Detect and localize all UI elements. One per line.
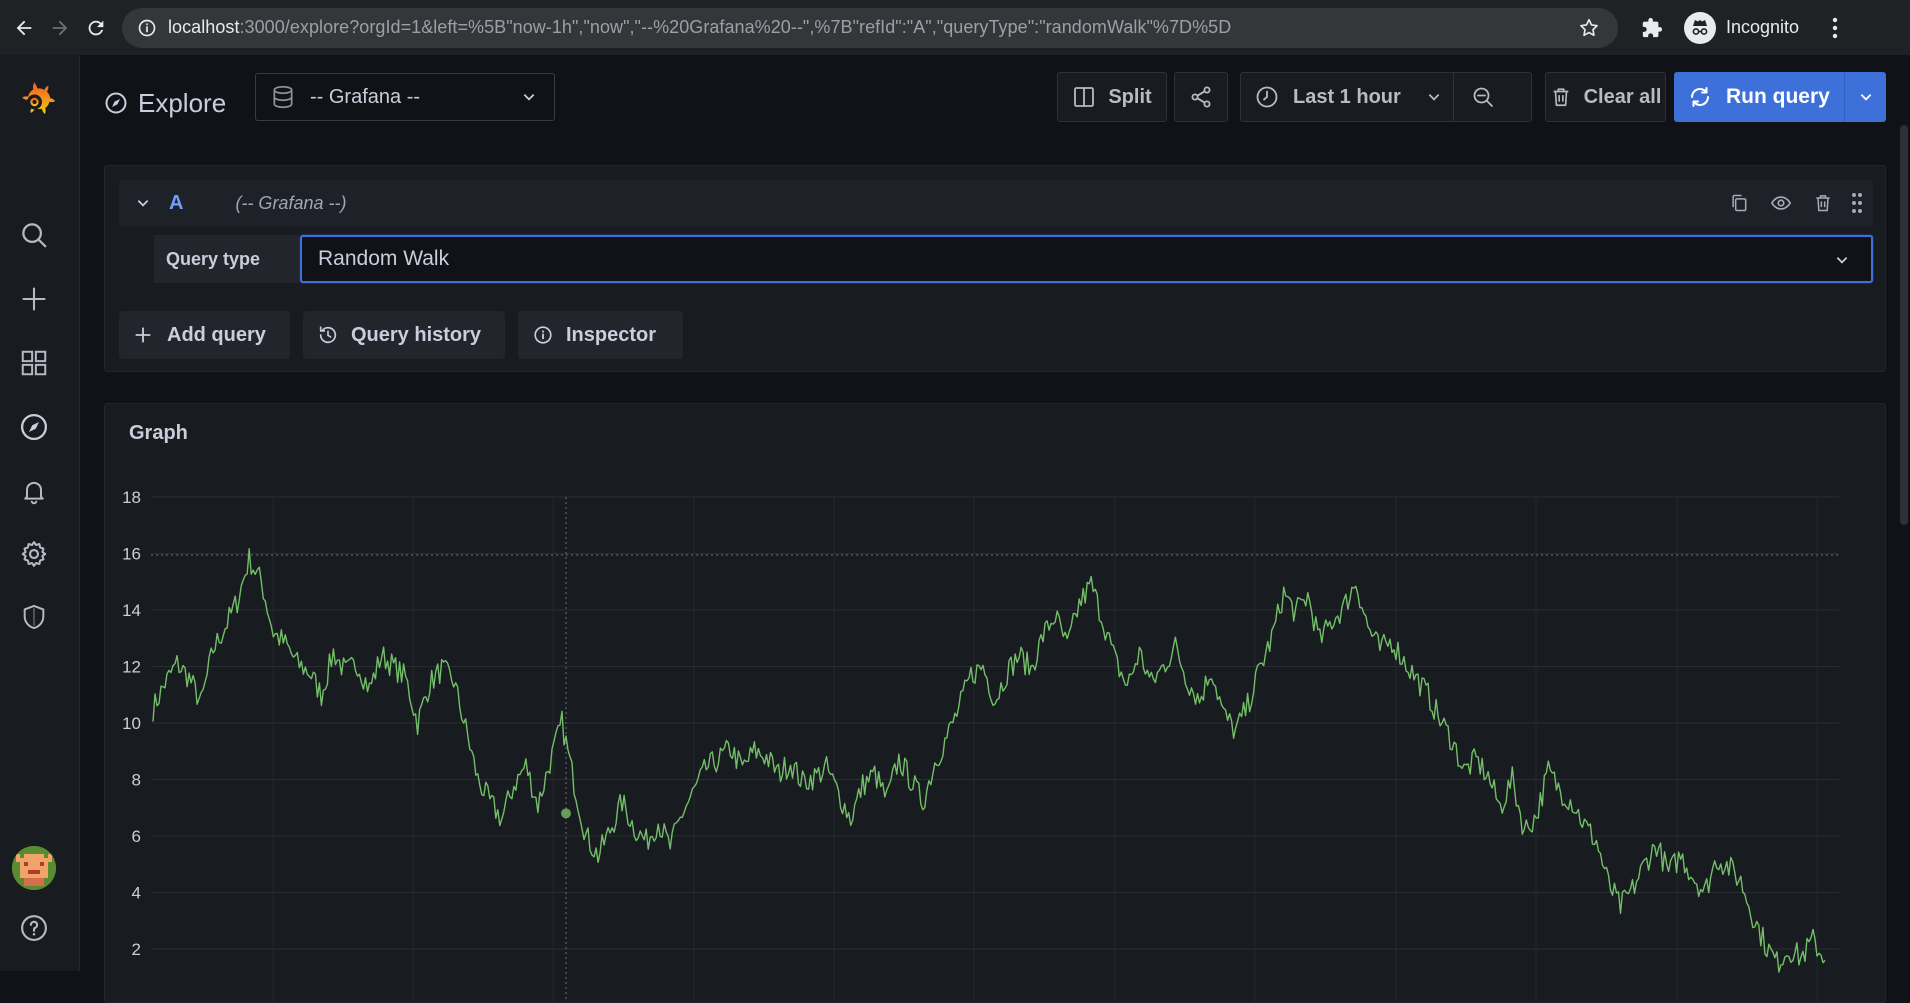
bookmark-star-icon[interactable] [1576,15,1602,41]
browser-menu-icon[interactable] [1817,10,1853,46]
graph-chart[interactable]: 2 4 6 8 10 12 14 16 18 [105,404,1886,1003]
collapse-chevron-icon[interactable] [131,191,155,215]
explore-compass-icon[interactable] [16,409,52,445]
y-tick-label: 18 [122,488,141,507]
y-tick-label: 8 [132,771,141,790]
side-menu [0,55,80,971]
url-text: localhost:3000/explore?orgId=1&left=%5B"… [168,17,1576,38]
create-plus-icon[interactable] [16,281,52,317]
datasource-picker[interactable]: -- Grafana -- [255,73,555,121]
query-history-button[interactable]: Query history [303,311,505,359]
query-editor-panel: A (-- Grafana --) Query type Random Walk [104,165,1886,372]
extensions-puzzle-icon[interactable] [1634,10,1670,46]
explore-compass-icon [104,91,128,115]
page-toolbar: Explore -- Grafana -- Split Last 1 hour … [80,55,1910,139]
browser-toolbar: localhost:3000/explore?orgId=1&left=%5B"… [0,0,1910,55]
share-button[interactable] [1174,72,1228,122]
page-title: Explore [104,79,226,127]
split-columns-icon [1072,85,1096,109]
remove-query-trash-icon[interactable] [1805,185,1841,221]
explore-page: Explore -- Grafana -- Split Last 1 hour … [80,55,1910,1003]
query-ref-id[interactable]: A [169,192,183,215]
profile-incognito[interactable]: Incognito [1680,10,1809,46]
y-tick-label: 2 [132,940,141,959]
info-circle-icon [532,324,554,346]
grafana-logo-icon[interactable] [11,77,57,123]
query-type-select[interactable]: Random Walk [300,235,1873,283]
chevron-down-icon [522,88,540,106]
server-admin-shield-icon[interactable] [16,599,52,635]
query-row-actions [1715,185,1867,221]
graph-panel: Graph 2 4 6 8 10 12 14 16 18 [104,403,1886,1003]
y-tick-label: 16 [122,545,141,564]
history-icon [317,324,339,346]
configuration-gear-icon[interactable] [16,536,52,572]
reload-icon[interactable] [78,10,114,46]
url-host: localhost [168,17,240,37]
hover-point [561,808,571,819]
chevron-down-icon [1835,251,1853,269]
run-query-button[interactable]: Run query [1674,72,1886,122]
incognito-icon [1684,11,1716,44]
address-bar[interactable]: localhost:3000/explore?orgId=1&left=%5B"… [122,7,1618,48]
run-query-label: Run query [1726,85,1830,108]
plus-icon [133,324,155,346]
chevron-down-icon [1860,94,1871,101]
zoom-out-icon[interactable] [1471,85,1495,109]
forward-arrow-icon[interactable] [42,10,78,46]
page-title-text: Explore [138,87,227,118]
help-icon[interactable] [16,910,52,946]
clear-all-button[interactable]: Clear all [1545,72,1666,122]
share-icon [1189,85,1213,109]
y-tick-label: 10 [122,714,141,733]
hide-query-eye-icon[interactable] [1763,185,1799,221]
page-scrollbar[interactable] [1900,125,1908,525]
add-query-label: Add query [167,323,266,346]
query-type-value: Random Walk [318,247,450,270]
datasource-picker-value: -- Grafana -- [310,85,421,108]
inspector-label: Inspector [566,323,657,346]
dashboards-grid-icon[interactable] [16,345,52,381]
time-range-picker[interactable]: Last 1 hour [1240,72,1532,122]
query-row-header: A (-- Grafana --) [119,180,1873,226]
y-tick-label: 4 [132,884,141,903]
url-path: :3000/explore?orgId=1&left=%5B"now-1h","… [239,17,1232,37]
alerting-bell-icon[interactable] [16,473,52,509]
run-query-main[interactable]: Run query [1674,72,1844,122]
y-tick-label: 12 [122,658,141,677]
query-history-label: Query history [351,323,482,346]
divider [1453,73,1454,121]
time-range-label: Last 1 hour [1293,85,1401,108]
database-icon [270,83,298,111]
profile-label: Incognito [1726,17,1800,37]
series-line[interactable] [152,548,1826,973]
add-query-button[interactable]: Add query [119,311,290,359]
sync-icon [1688,85,1712,109]
split-label: Split [1108,85,1152,108]
site-info-icon[interactable] [136,17,158,39]
run-query-interval-dropdown[interactable] [1844,72,1886,122]
drag-handle-icon[interactable] [1847,185,1867,221]
split-button[interactable]: Split [1057,72,1167,122]
back-arrow-icon[interactable] [6,10,42,46]
query-type-label: Query type [154,235,299,283]
search-icon[interactable] [16,217,52,253]
query-datasource-hint: (-- Grafana --) [235,192,347,213]
clock-icon [1255,85,1279,109]
trash-icon [1550,86,1572,108]
user-avatar[interactable] [12,846,56,890]
inspector-button[interactable]: Inspector [518,311,683,359]
y-tick-label: 6 [132,827,141,846]
y-tick-label: 14 [122,601,141,620]
chevron-down-icon [1427,90,1441,104]
clear-all-label: Clear all [1583,85,1662,108]
duplicate-query-icon[interactable] [1721,185,1757,221]
